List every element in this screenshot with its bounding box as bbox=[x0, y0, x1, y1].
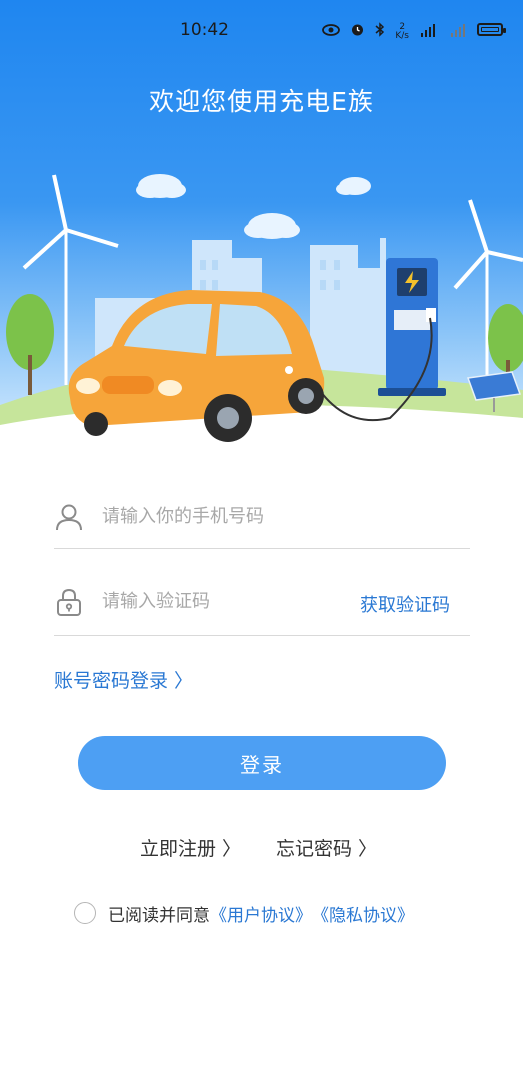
agreement-row: 已阅读并同意 《用户协议》 《隐私协议》 bbox=[74, 900, 414, 926]
privacy-agreement-link[interactable]: 《隐私协议》 bbox=[312, 901, 414, 926]
cloud-icon bbox=[136, 174, 371, 239]
status-time: 10:42 bbox=[180, 20, 229, 40]
battery-icon bbox=[477, 23, 506, 36]
agreement-prefix: 已阅读并同意 bbox=[108, 905, 210, 926]
login-form: 获取验证码 bbox=[54, 490, 470, 636]
welcome-title: 欢迎您使用充电E族 bbox=[149, 87, 374, 116]
signal-5g-icon bbox=[421, 23, 435, 37]
charging-car-illustration bbox=[0, 174, 523, 450]
code-field-row: 获取验证码 bbox=[54, 549, 470, 636]
net-speed-unit: K/s bbox=[395, 30, 409, 41]
hero-banner: 10:42 2 K/s 欢迎您使用充电E族 bbox=[0, 0, 523, 450]
forgot-password-link[interactable]: 忘记密码 〉 bbox=[276, 834, 377, 861]
tree-left bbox=[6, 294, 54, 395]
agreement-radio[interactable] bbox=[74, 902, 96, 924]
get-code-button[interactable]: 获取验证码 bbox=[360, 591, 450, 617]
verification-code-input[interactable] bbox=[102, 591, 302, 612]
login-button[interactable]: 登录 bbox=[78, 736, 446, 790]
alarm-icon bbox=[352, 24, 364, 36]
phone-field-row bbox=[54, 490, 470, 549]
phone-input[interactable] bbox=[102, 506, 352, 527]
eye-icon bbox=[322, 23, 341, 36]
account-password-login-link[interactable]: 账号密码登录 〉 bbox=[54, 666, 193, 693]
lock-icon bbox=[57, 588, 81, 616]
user-agreement-link[interactable]: 《用户协议》 bbox=[210, 901, 312, 926]
auth-links: 立即注册 〉 忘记密码 〉 bbox=[0, 834, 523, 864]
signal-icon bbox=[451, 23, 465, 37]
register-link[interactable]: 立即注册 〉 bbox=[140, 834, 241, 861]
status-icons: 2 K/s bbox=[322, 22, 506, 40]
status-bar: 10:42 2 K/s bbox=[0, 0, 523, 60]
bluetooth-icon bbox=[375, 22, 385, 37]
user-icon bbox=[56, 504, 82, 531]
net-speed: 2 K/s bbox=[395, 22, 409, 40]
